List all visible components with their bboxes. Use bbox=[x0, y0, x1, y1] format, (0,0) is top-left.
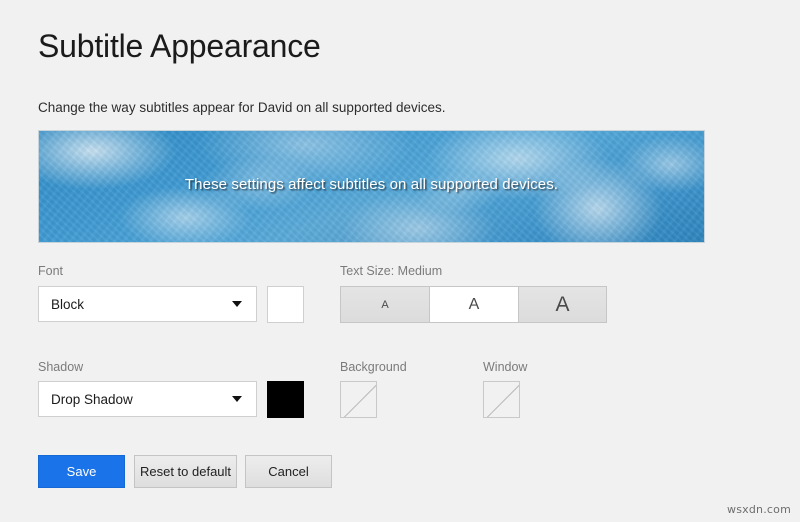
text-size-option-large[interactable]: A bbox=[518, 286, 607, 323]
chevron-down-icon bbox=[232, 301, 242, 307]
font-label: Font bbox=[38, 264, 64, 278]
background-color-swatch[interactable] bbox=[340, 381, 377, 418]
font-color-swatch[interactable] bbox=[267, 286, 304, 323]
text-size-option-small[interactable]: A bbox=[340, 286, 429, 323]
subtitle-appearance-page: Subtitle Appearance Change the way subti… bbox=[0, 0, 800, 522]
window-color-swatch[interactable] bbox=[483, 381, 520, 418]
watermark: wsxdn.com bbox=[727, 503, 791, 516]
font-select-value: Block bbox=[51, 296, 85, 312]
shadow-color-swatch[interactable] bbox=[267, 381, 304, 418]
shadow-label: Shadow bbox=[38, 360, 84, 374]
chevron-down-icon bbox=[232, 396, 242, 402]
background-label: Background bbox=[340, 360, 407, 374]
shadow-select-value: Drop Shadow bbox=[51, 391, 133, 407]
page-title: Subtitle Appearance bbox=[38, 28, 321, 64]
save-button[interactable]: Save bbox=[38, 455, 125, 488]
subtitle-preview: These settings affect subtitles on all s… bbox=[38, 130, 705, 243]
preview-caption-text: These settings affect subtitles on all s… bbox=[184, 176, 559, 193]
text-size-segmented-control[interactable]: A A A bbox=[340, 286, 607, 323]
reset-to-default-button[interactable]: Reset to default bbox=[134, 455, 237, 488]
text-size-label: Text Size: Medium bbox=[340, 264, 443, 278]
text-size-option-medium[interactable]: A bbox=[429, 286, 518, 323]
window-label: Window bbox=[483, 360, 528, 374]
cancel-button[interactable]: Cancel bbox=[245, 455, 332, 488]
font-select[interactable]: Block bbox=[38, 286, 257, 322]
shadow-select[interactable]: Drop Shadow bbox=[38, 381, 257, 417]
page-description: Change the way subtitles appear for Davi… bbox=[38, 100, 446, 115]
